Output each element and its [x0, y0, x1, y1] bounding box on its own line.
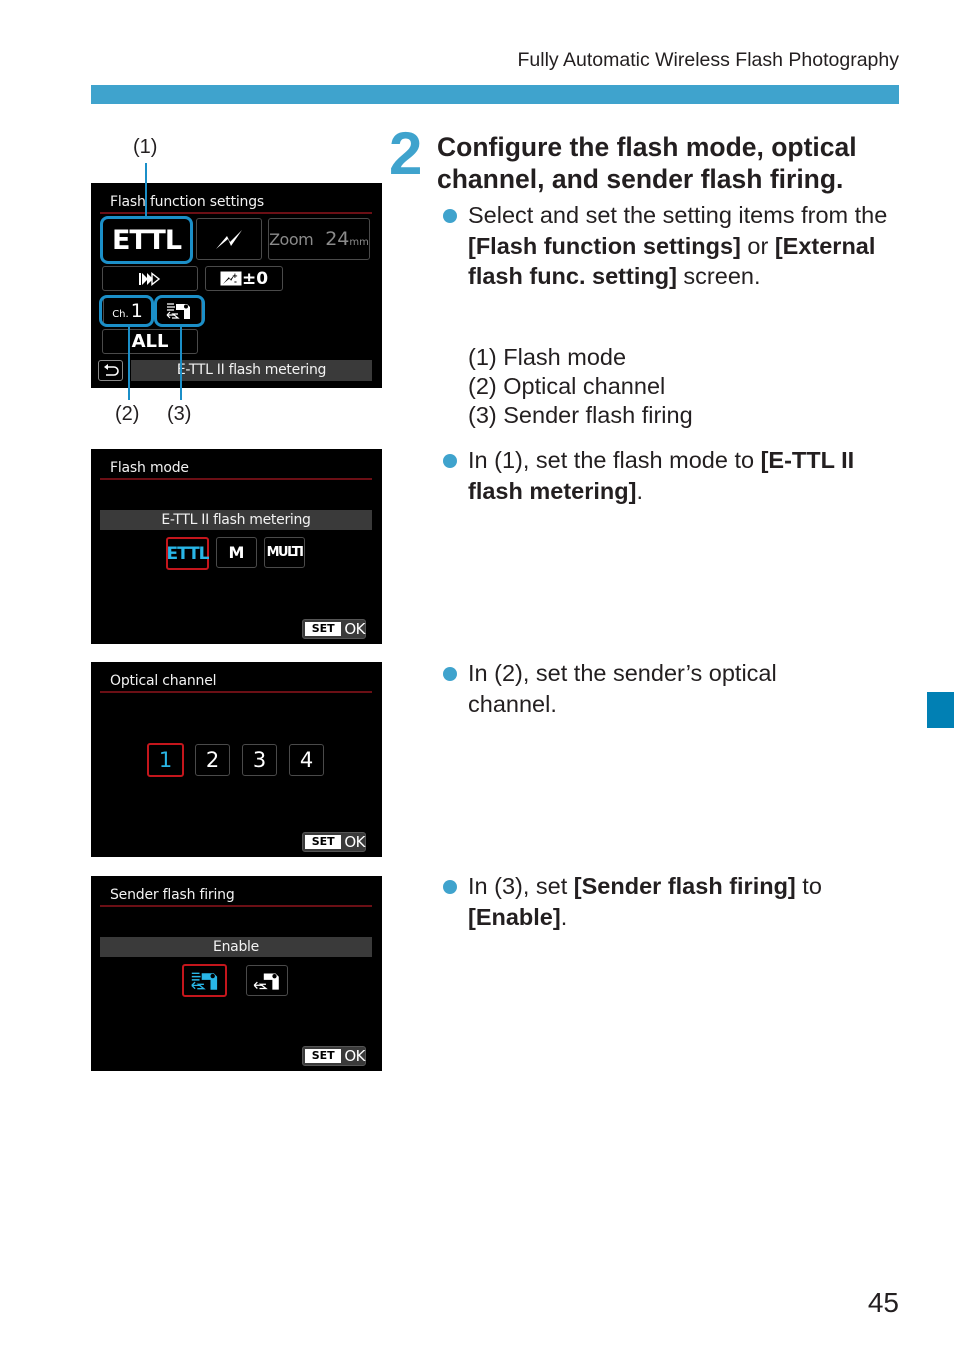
set-label: SET	[305, 1049, 342, 1063]
option-label: 1	[158, 748, 173, 772]
flash-mode-option-multi[interactable]: MULTI	[264, 537, 305, 568]
sender-firing-option-enable[interactable]	[182, 964, 227, 997]
flash-bolt-icon	[216, 230, 242, 249]
optical-channel-screen: Optical channel 1 2 3 4 SET OK	[91, 662, 382, 857]
setting-value: [Enable]	[468, 903, 561, 930]
return-icon	[103, 364, 119, 376]
option-label: 3	[252, 748, 267, 772]
bullet-set-optical-channel: In (2), set the sender’s optical channel…	[443, 658, 833, 719]
bullet-dot-icon	[443, 667, 457, 681]
ok-label: OK	[344, 1047, 365, 1065]
title-divider	[100, 212, 372, 214]
svg-text:-: -	[234, 278, 237, 286]
zoom-cell[interactable]: Zoom 24 mm	[268, 218, 370, 260]
callout-1-label: (1)	[133, 136, 158, 158]
channel-highlight	[99, 295, 154, 327]
text: .	[636, 477, 643, 504]
flash-exposure-comp-value: ±0	[241, 268, 269, 289]
flash-exposure-comp-icon: + -	[220, 271, 242, 286]
legend-item-flash-mode: (1) Flash mode	[468, 344, 627, 370]
title-divider	[100, 478, 372, 480]
screen-title: Sender flash firing	[110, 887, 235, 903]
zoom-value: 24	[325, 228, 350, 250]
callout-2-line	[128, 325, 130, 400]
high-speed-sync-icon	[139, 271, 161, 286]
flash-exposure-comp-cell[interactable]: + - ±0	[205, 266, 283, 291]
selected-option-label: E-TTL II flash metering	[100, 510, 372, 530]
text: In (2), set the sender’s optical channel…	[468, 660, 777, 717]
callout-1-line	[145, 163, 147, 218]
text: Select and set the setting items from th…	[468, 202, 888, 228]
header-bar	[91, 85, 899, 104]
bullet-dot-icon	[443, 880, 457, 894]
flash-mode-option-ettl[interactable]: ETTL	[166, 537, 210, 570]
sender-flash-firing-screen: Sender flash firing Enable SET OK	[91, 876, 382, 1071]
flash-function-settings-screen: Flash function settings ETTL Zoom 24 mm	[91, 183, 382, 388]
text: to	[795, 873, 822, 899]
set-ok-button[interactable]: SET OK	[302, 832, 366, 852]
callout-legend: (1) Flash mode (2) Optical channel (3) S…	[468, 343, 693, 430]
running-head: Fully Automatic Wireless Flash Photograp…	[517, 49, 900, 71]
step-number: 2	[389, 120, 422, 187]
channel-option-3[interactable]: 3	[242, 744, 277, 776]
sender-flash-enable-icon	[190, 972, 217, 990]
ok-label: OK	[344, 620, 365, 638]
bullet-select-settings: Select and set the setting items from th…	[443, 200, 893, 292]
text: or	[740, 232, 775, 259]
option-label: 4	[299, 748, 314, 772]
callout-3-label: (3)	[167, 403, 192, 425]
back-button[interactable]	[98, 360, 123, 381]
option-label: ETTL	[166, 543, 209, 564]
setting-name: [Sender flash firing]	[573, 873, 796, 899]
zoom-unit: mm	[349, 236, 369, 248]
flash-mode-screen: Flash mode E-TTL II flash metering ETTL …	[91, 449, 382, 644]
group-value: ALL	[131, 331, 169, 352]
bullet-set-flash-mode: In (1), set the flash mode to [E-TTL II …	[443, 445, 903, 506]
sender-firing-highlight	[154, 295, 205, 327]
step-title: Configure the flash mode, optical channe…	[437, 132, 857, 194]
menu-name: [Flash function settings]	[468, 232, 741, 259]
text: In (1), set the flash mode to	[468, 447, 761, 473]
bullet-dot-icon	[443, 454, 457, 468]
flash-mode-highlight	[100, 216, 193, 264]
screen-title: Optical channel	[110, 673, 217, 689]
title-divider	[100, 691, 372, 693]
bullet-set-sender-firing: In (3), set [Sender flash firing] to [En…	[443, 871, 903, 932]
group-cell[interactable]: ALL	[102, 329, 198, 354]
ok-label: OK	[344, 833, 365, 851]
chapter-side-tab	[927, 692, 954, 728]
option-label: MULTI	[266, 545, 304, 560]
set-ok-button[interactable]: SET OK	[302, 619, 366, 639]
channel-option-1[interactable]: 1	[147, 743, 184, 777]
legend-item-optical-channel: (2) Optical channel	[468, 373, 666, 399]
status-text: E-TTL II flash metering	[131, 360, 372, 381]
option-label: M	[228, 543, 245, 562]
flash-mode-option-m[interactable]: M	[216, 537, 257, 568]
screen-title: Flash mode	[110, 460, 189, 476]
callout-3-line	[180, 325, 182, 400]
callout-2-label: (2)	[115, 403, 140, 425]
text: .	[560, 903, 568, 930]
channel-option-4[interactable]: 4	[289, 744, 324, 776]
screen-title: Flash function settings	[110, 194, 265, 210]
flash-firing-cell[interactable]	[196, 218, 262, 260]
zoom-label: Zoom	[269, 229, 314, 249]
sender-firing-option-disable[interactable]	[246, 965, 288, 996]
set-label: SET	[305, 835, 342, 849]
legend-item-sender-flash-firing: (3) Sender flash firing	[468, 402, 693, 428]
page-number: 45	[867, 1287, 899, 1318]
set-ok-button[interactable]: SET OK	[302, 1046, 366, 1066]
option-label: 2	[205, 748, 220, 772]
channel-option-2[interactable]: 2	[195, 744, 230, 776]
sender-flash-disable-icon	[253, 973, 279, 990]
set-label: SET	[305, 622, 342, 636]
bullet-dot-icon	[443, 209, 457, 223]
text: screen.	[676, 263, 761, 289]
selected-option-label: Enable	[100, 937, 372, 957]
sync-mode-cell[interactable]	[102, 266, 198, 291]
title-divider	[100, 905, 372, 907]
text: In (3), set	[468, 873, 574, 899]
